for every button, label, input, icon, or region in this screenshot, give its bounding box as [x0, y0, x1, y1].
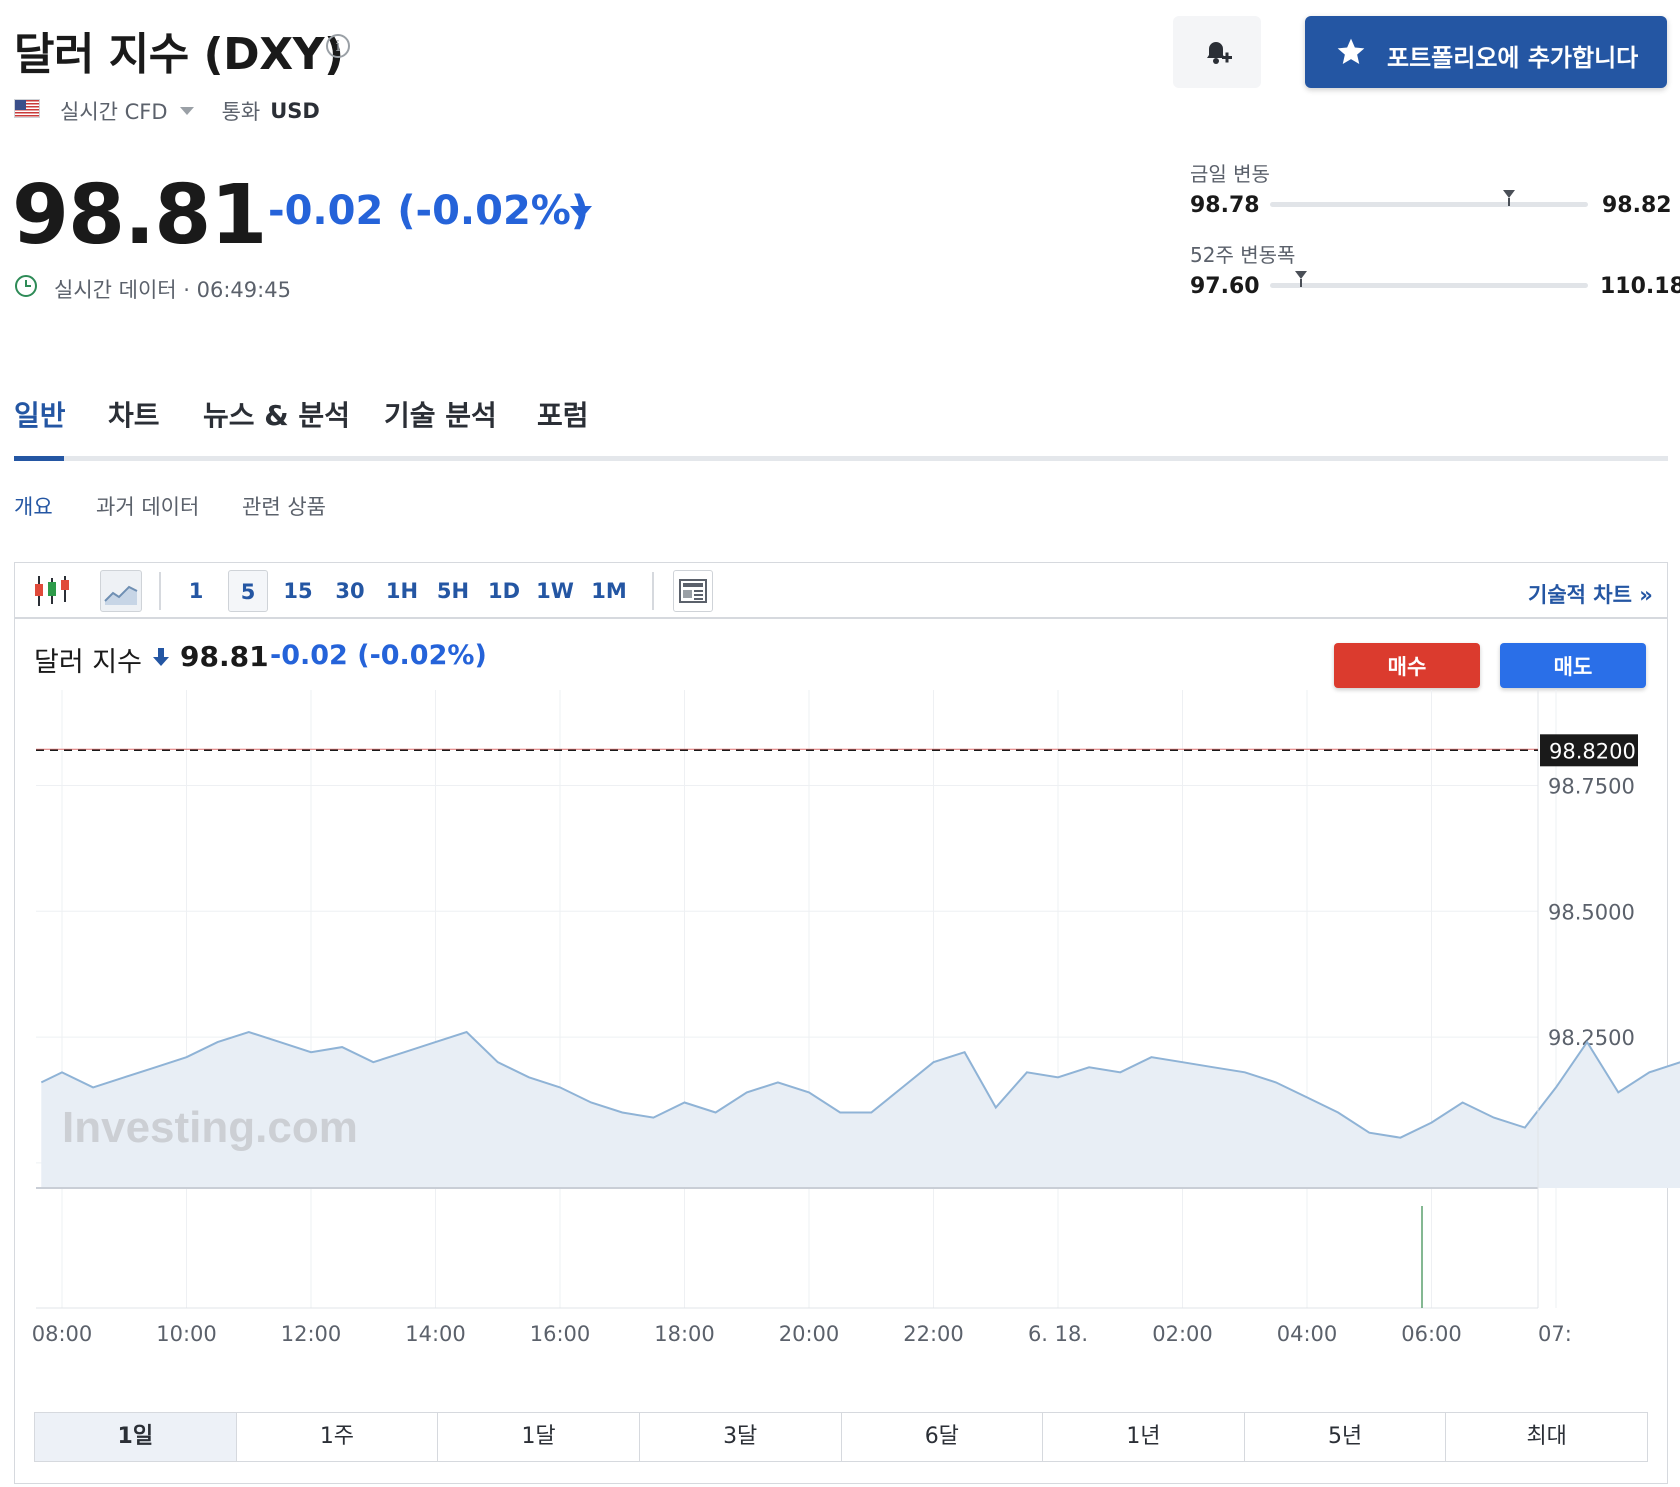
tab-divider	[14, 456, 1668, 461]
week52-range-track	[1270, 283, 1588, 288]
period-selector: 1일 1주 1달 3달 6달 1년 5년 최대	[34, 1412, 1648, 1462]
news-overlay-button[interactable]	[673, 570, 713, 612]
week52-range-high: 110.18	[1600, 274, 1680, 299]
tab-chart[interactable]: 차트	[108, 394, 160, 434]
down-arrow-icon	[153, 648, 169, 666]
period-1w[interactable]: 1주	[237, 1413, 439, 1461]
interval-1h[interactable]: 1H	[384, 570, 420, 612]
interval-1w[interactable]: 1W	[536, 570, 574, 612]
us-flag-icon	[14, 99, 40, 118]
add-alert-button[interactable]	[1173, 16, 1261, 88]
period-1m[interactable]: 1달	[438, 1413, 640, 1461]
week52-range-marker	[1295, 271, 1307, 279]
toolbar-divider	[652, 572, 654, 610]
technical-chart-link[interactable]: 기술적 차트 »	[1528, 579, 1653, 609]
chevron-down-icon[interactable]	[179, 107, 194, 115]
day-range-high: 98.82	[1602, 193, 1672, 218]
period-5y[interactable]: 5년	[1245, 1413, 1447, 1461]
currency-value: USD	[270, 99, 320, 123]
tab-general[interactable]: 일반	[14, 394, 66, 434]
last-price: 98.81	[12, 168, 267, 263]
interval-5h[interactable]: 5H	[435, 570, 471, 612]
day-range-label: 금일 변동	[1190, 162, 1270, 186]
day-range-track	[1270, 202, 1588, 207]
currency-label: 통화	[221, 100, 261, 124]
week52-range-tick	[1300, 279, 1302, 287]
sell-button[interactable]: 매도	[1500, 643, 1646, 688]
interval-30[interactable]: 30	[332, 570, 368, 612]
subtab-related-products[interactable]: 관련 상품	[242, 491, 326, 521]
period-3m[interactable]: 3달	[640, 1413, 842, 1461]
clock-icon	[15, 275, 37, 297]
newspaper-icon	[679, 579, 707, 603]
period-max[interactable]: 최대	[1446, 1413, 1647, 1461]
chart-instrument-name: 달러 지수	[34, 647, 142, 678]
data-type-select[interactable]: 실시간 CFD	[60, 96, 168, 126]
area-chart-button[interactable]	[100, 570, 142, 612]
day-range-tick	[1508, 198, 1510, 206]
subtab-historical-data[interactable]: 과거 데이터	[96, 491, 199, 521]
instrument-meta: 실시간 CFD 통화 USD	[60, 96, 320, 126]
buy-button[interactable]: 매수	[1334, 643, 1480, 688]
tab-forum[interactable]: 포럼	[537, 394, 589, 434]
period-6m[interactable]: 6달	[842, 1413, 1044, 1461]
interval-1[interactable]: 1	[180, 570, 212, 612]
subtab-overview[interactable]: 개요	[14, 491, 53, 521]
tab-technical-analysis[interactable]: 기술 분석	[384, 394, 497, 434]
area-chart-icon	[104, 585, 138, 605]
interval-1d[interactable]: 1D	[486, 570, 522, 612]
week52-range-label: 52주 변동폭	[1190, 243, 1296, 267]
realtime-status: 실시간 데이터 · 06:49:45	[54, 278, 291, 302]
period-1y[interactable]: 1년	[1043, 1413, 1245, 1461]
info-icon[interactable]: i	[326, 34, 350, 58]
interval-1m[interactable]: 1M	[590, 570, 628, 612]
down-arrow-icon	[570, 206, 592, 219]
week52-range-low: 97.60	[1190, 274, 1260, 299]
chart-change: -0.02 (-0.02%)	[270, 640, 487, 671]
star-icon	[1337, 38, 1365, 64]
bell-plus-icon	[1207, 42, 1232, 64]
candlestick-icon[interactable]	[34, 574, 70, 608]
period-1d[interactable]: 1일	[35, 1413, 237, 1461]
price-change: -0.02 (-0.02%)	[268, 188, 590, 234]
page-title: 달러 지수 (DXY)	[14, 29, 344, 80]
interval-15[interactable]: 15	[280, 570, 316, 612]
portfolio-label: 포트폴리오에 추가합니다	[1387, 44, 1639, 72]
day-range-marker	[1503, 190, 1515, 198]
active-tab-indicator	[14, 456, 64, 461]
chart-price: 98.81	[180, 640, 269, 673]
chart-widget	[14, 562, 1668, 1484]
toolbar-divider	[159, 572, 161, 610]
add-to-portfolio-button[interactable]: 포트폴리오에 추가합니다	[1305, 16, 1667, 88]
tab-news-analysis[interactable]: 뉴스 & 분석	[203, 394, 350, 434]
day-range-low: 98.78	[1190, 193, 1260, 218]
interval-5[interactable]: 5	[228, 570, 268, 612]
